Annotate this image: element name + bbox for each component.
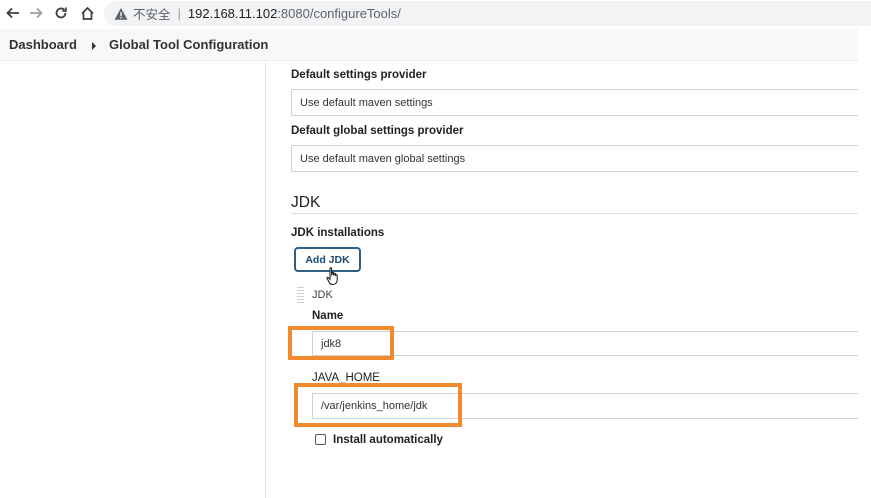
default-settings-provider-label: Default settings provider xyxy=(291,69,427,81)
url-path: :8080/configureTools/ xyxy=(277,6,401,21)
install-automatically-checkbox[interactable] xyxy=(315,434,326,445)
jdk-name-value: jdk8 xyxy=(321,337,342,350)
install-automatically-label[interactable]: Install automatically xyxy=(333,434,443,446)
address-bar[interactable]: 不安全 | 192.168.11.102:8080/configureTools… xyxy=(104,1,871,26)
back-icon[interactable] xyxy=(4,4,22,22)
breadcrumb-chevron-icon[interactable] xyxy=(92,42,96,50)
url-host: 192.168.11.102 xyxy=(187,6,278,21)
default-settings-provider-select[interactable]: Use default maven settings xyxy=(291,89,858,116)
jdk-section-divider xyxy=(291,213,858,214)
jdk-item-header: JDK xyxy=(312,289,333,301)
breadcrumb: Dashboard Global Tool Configuration xyxy=(0,29,858,61)
jdk-section-title: JDK xyxy=(291,194,321,211)
forward-icon[interactable] xyxy=(27,4,45,22)
default-global-settings-provider-select[interactable]: Use default maven global settings xyxy=(291,145,858,172)
default-settings-provider-value: Use default maven settings xyxy=(300,96,433,109)
side-panel-divider xyxy=(265,61,266,498)
default-global-settings-provider-value: Use default maven global settings xyxy=(300,152,466,165)
default-global-settings-provider-label: Default global settings provider xyxy=(291,125,464,137)
java-home-input[interactable]: /var/jenkins_home/jdk xyxy=(312,393,858,419)
jdk-name-input[interactable]: jdk8 xyxy=(312,331,858,356)
java-home-label: JAVA_HOME xyxy=(312,372,380,384)
reload-icon[interactable] xyxy=(52,4,70,22)
insecure-label[interactable]: 不安全 xyxy=(133,4,171,23)
address-separator: | xyxy=(177,6,181,21)
drag-handle-icon[interactable] xyxy=(297,287,304,303)
breadcrumb-global-tool-configuration[interactable]: Global Tool Configuration xyxy=(109,37,268,52)
jdk-name-label: Name xyxy=(312,310,344,322)
home-icon[interactable] xyxy=(78,4,96,22)
hand-cursor-icon xyxy=(326,267,338,285)
browser-toolbar: 不安全 | 192.168.11.102:8080/configureTools… xyxy=(0,0,871,27)
warning-icon[interactable] xyxy=(114,7,128,21)
jdk-installations-label: JDK installations xyxy=(291,227,385,239)
java-home-value: /var/jenkins_home/jdk xyxy=(321,400,428,412)
breadcrumb-dashboard[interactable]: Dashboard xyxy=(9,37,77,52)
